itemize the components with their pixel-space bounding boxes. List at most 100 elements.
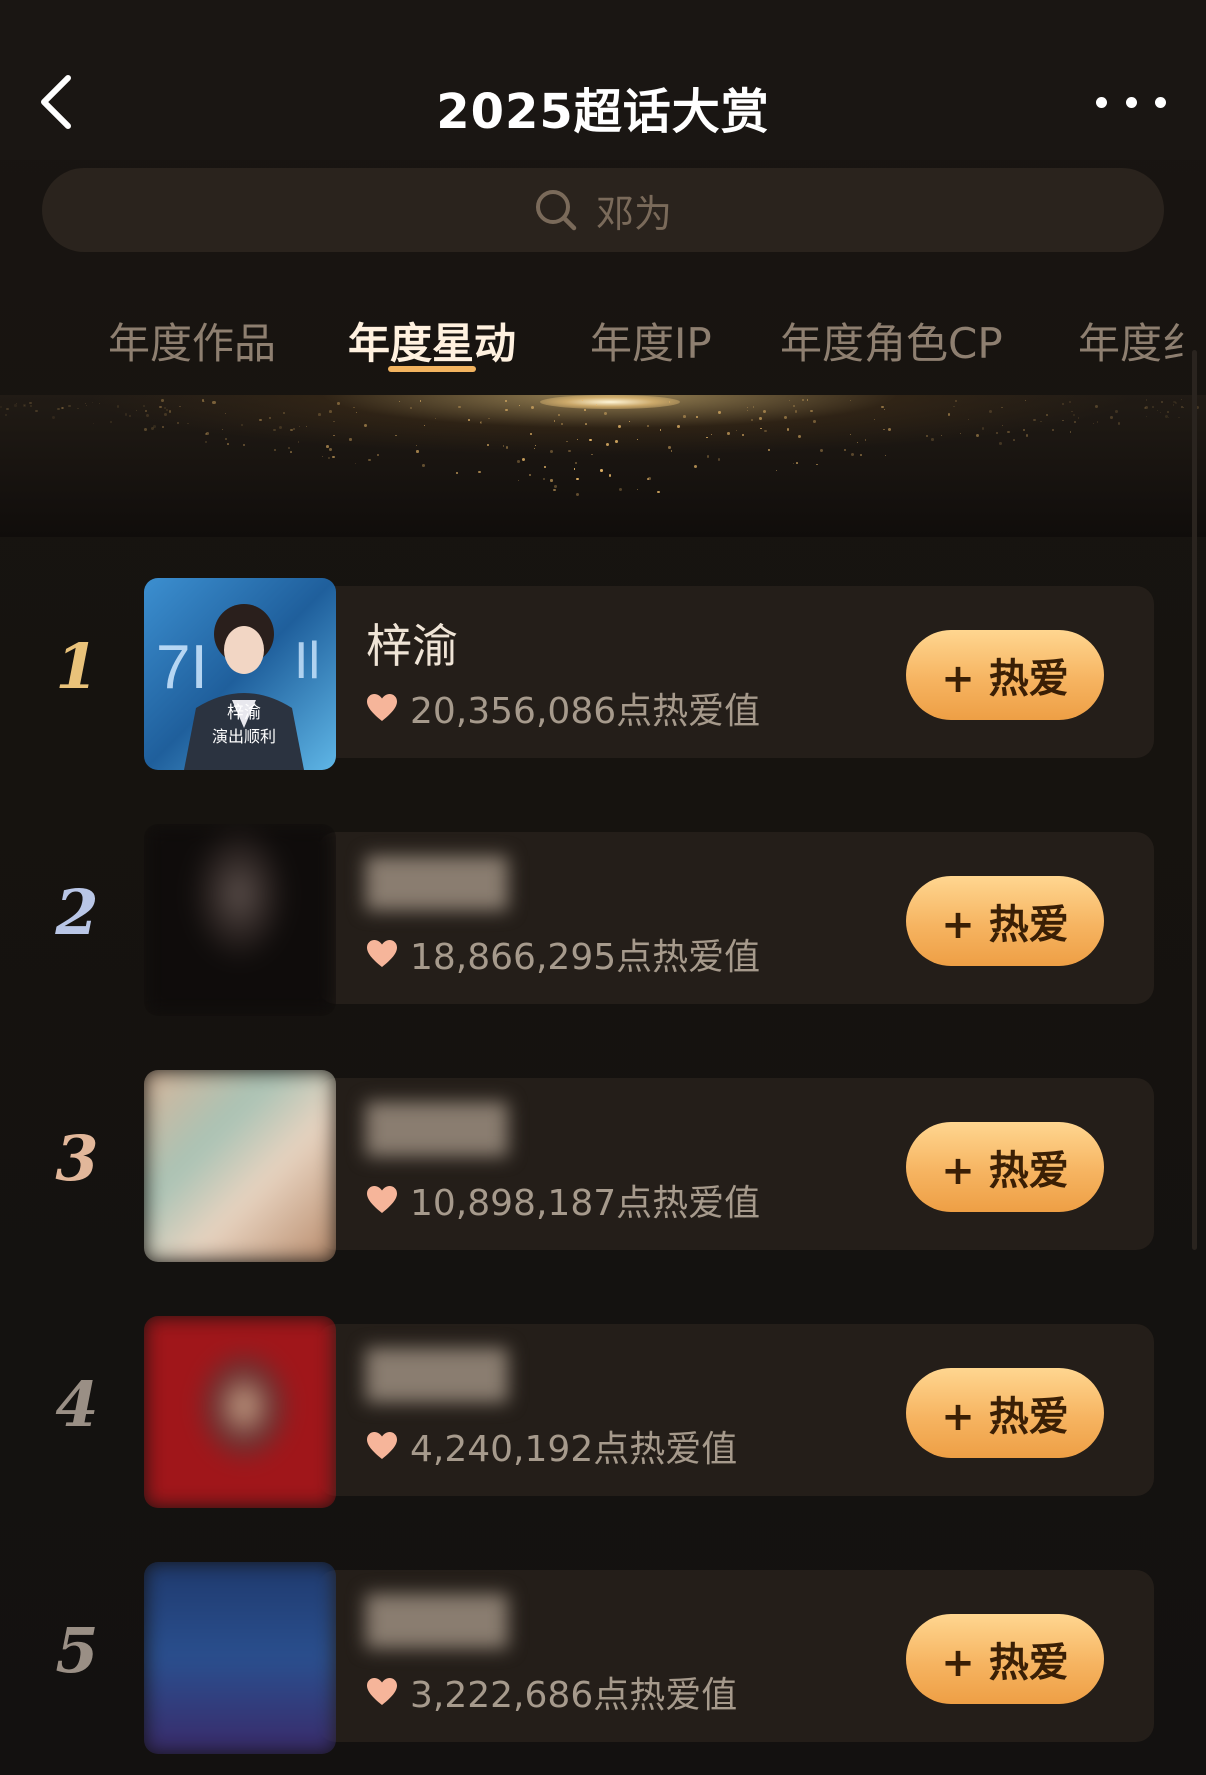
ranking-row[interactable]: 5 ████ 3,222,686点热爱值 + 热爱 — [0, 1544, 1206, 1754]
sparkle-dot — [292, 427, 295, 431]
sparkle-dot — [273, 428, 276, 432]
star-name-blurred: ████ — [366, 1348, 508, 1402]
sparkle-dot — [332, 420, 335, 423]
sparkle-dot — [628, 420, 631, 422]
sparkle-dot — [274, 448, 276, 451]
sparkle-dot — [329, 447, 333, 451]
sparkle-dot — [1175, 402, 1177, 404]
ranking-row[interactable]: 4 ████ 4,240,192点热爱值 + 热爱 — [0, 1298, 1206, 1508]
sparkle-dot — [747, 406, 749, 409]
sparkle-dot — [333, 434, 335, 437]
avatar[interactable] — [144, 1316, 336, 1508]
search-bar[interactable]: 邓为 — [42, 168, 1164, 252]
sparkle-dot — [1183, 407, 1185, 409]
sparkle-dot — [179, 405, 181, 408]
sparkle-dot — [458, 406, 461, 409]
sparkle-dot — [1074, 421, 1076, 423]
sparkle-dot — [6, 407, 9, 411]
sparkle-dot — [187, 423, 189, 425]
sparkle-dot — [677, 425, 680, 429]
star-name-blurred: ████ — [366, 1594, 508, 1648]
sparkle-dot — [205, 441, 208, 444]
add-love-button[interactable]: + 热爱 — [906, 876, 1104, 966]
avatar[interactable]: 7I Il 梓渝 演出顺利 — [144, 578, 336, 770]
add-love-button[interactable]: + 热爱 — [906, 1614, 1104, 1704]
rank-number: 2 — [55, 876, 99, 949]
tab-annual-more[interactable]: 年度纟 — [1078, 310, 1204, 371]
sparkle-dot — [883, 428, 885, 431]
sparkle-dot — [422, 464, 425, 467]
sparkle-dot — [124, 413, 128, 416]
sparkle-dot — [953, 405, 955, 408]
avatar[interactable] — [144, 1070, 336, 1262]
sparkle-dot — [0, 406, 3, 409]
sparkle-dot — [57, 407, 60, 411]
add-love-button[interactable]: + 热爱 — [906, 1122, 1104, 1212]
ranking-row[interactable]: 3 ████ 10,898,187点热爱值 + 热爱 — [0, 1052, 1206, 1262]
sparkle-dot — [614, 439, 618, 443]
banner-glow — [540, 395, 680, 409]
ranking-row[interactable]: 2 ████ 18,866,295点热爱值 + 热爱 — [0, 806, 1206, 1016]
sparkle-dot — [1052, 428, 1054, 431]
sparkle-dot — [819, 449, 823, 453]
tab-annual-ip[interactable]: 年度IP — [590, 310, 712, 371]
sparkle-dot — [589, 439, 592, 442]
sparkle-dot — [1023, 429, 1026, 432]
sparkle-dot — [98, 402, 100, 405]
sparkle-dot — [560, 422, 564, 426]
sparkle-dot — [259, 418, 262, 422]
tab-annual-stars[interactable]: 年度星动 — [348, 310, 516, 371]
sparkle-dot — [1178, 416, 1180, 419]
sparkle-dot — [1172, 404, 1174, 406]
sparkle-dot — [860, 454, 862, 457]
sparkle-dot — [287, 447, 290, 450]
add-love-button[interactable]: + 热爱 — [906, 1368, 1104, 1458]
sparkle-dot — [505, 446, 509, 449]
sparkle-dot — [812, 419, 816, 423]
sparkle-dot — [576, 477, 579, 480]
sparkle-dot — [881, 405, 884, 409]
sparkle-dot — [530, 432, 533, 435]
sparkle-dot — [798, 435, 802, 439]
sparkle-dot — [647, 425, 650, 427]
svg-text:7I: 7I — [156, 633, 208, 702]
sparkle-dot — [206, 432, 209, 435]
tab-annual-works[interactable]: 年度作品 — [108, 310, 276, 371]
tab-annual-character-cp[interactable]: 年度角色CP — [780, 310, 1003, 371]
sparkle-dot — [542, 477, 545, 480]
sparkle-dot — [1039, 420, 1042, 423]
sparkle-dot — [332, 455, 335, 459]
sparkle-dot — [806, 399, 809, 401]
more-options-button[interactable] — [1096, 82, 1166, 122]
heart-icon — [367, 694, 397, 721]
avatar[interactable] — [144, 824, 336, 1016]
sparkle-dot — [1046, 414, 1048, 417]
sparkle-dot — [278, 426, 282, 430]
sparkle-dot — [989, 409, 993, 414]
heat-value: 3,222,686点热爱值 — [366, 1666, 737, 1718]
sparkle-dot — [849, 399, 851, 402]
sparkle-dot — [796, 462, 798, 464]
sparkle-dot — [735, 430, 738, 432]
sparkle-dot — [68, 404, 71, 408]
sparkle-dot — [636, 439, 639, 441]
add-love-button[interactable]: + 热爱 — [906, 630, 1104, 720]
sparkle-dot — [776, 469, 778, 472]
sparkle-dot — [1167, 411, 1170, 414]
sparkle-dot — [802, 399, 805, 402]
sparkle-dot — [419, 400, 422, 402]
sparkle-dot — [752, 405, 755, 408]
sparkle-dot — [619, 487, 623, 491]
heat-text: 20,356,086点热爱值 — [410, 691, 761, 732]
ranking-row[interactable]: 1 7I Il 梓渝 演出顺利 梓渝 20,356,086点热爱值 + 热爱 — [0, 560, 1206, 770]
sparkle-dot — [91, 401, 94, 404]
sparkle-dot — [1062, 420, 1064, 422]
dot-icon — [1125, 96, 1137, 108]
star-name-blurred: ████ — [366, 1102, 508, 1156]
sparkle-dot — [959, 433, 962, 435]
sparkle-dot — [1062, 403, 1064, 405]
avatar[interactable] — [144, 1562, 336, 1754]
search-placeholder: 邓为 — [595, 191, 672, 236]
sparkle-dot — [856, 442, 858, 444]
sparkle-dot — [159, 405, 163, 409]
